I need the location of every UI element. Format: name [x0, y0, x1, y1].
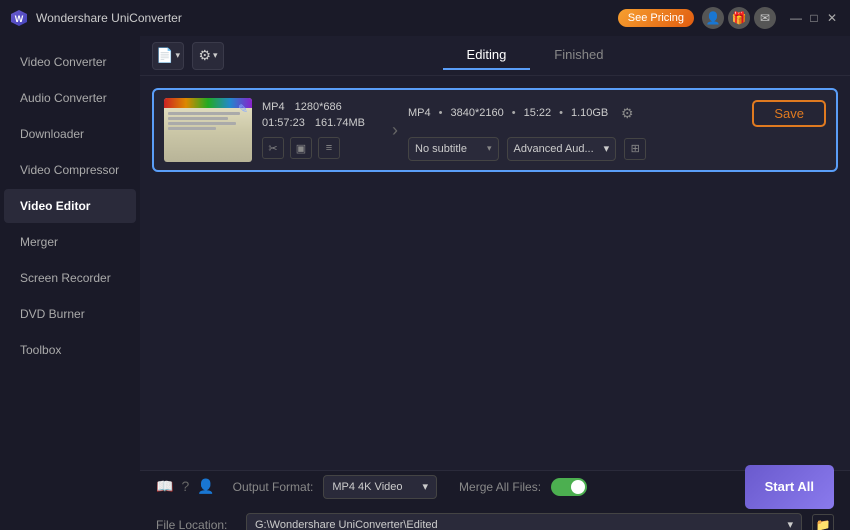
input-resolution: 1280*686	[295, 101, 342, 113]
sidebar-item-downloader[interactable]: Downloader	[4, 117, 136, 151]
gift-icon[interactable]: 🎁	[728, 7, 750, 29]
settings-chevron: ▾	[213, 50, 218, 61]
subtitle-add-button[interactable]: ⊞	[624, 138, 646, 160]
tab-bar: Editing Finished	[443, 41, 628, 70]
person-icon[interactable]: 👤	[197, 478, 214, 495]
save-button[interactable]: Save	[752, 100, 826, 127]
file-location-input[interactable]: G:\Wondershare UniConverter\Edited ▾	[246, 513, 802, 530]
input-meta-row-1: MP4 1280*686	[262, 101, 382, 113]
video-tools: ✂ ▣ ≡	[262, 137, 382, 159]
crop-tool-button[interactable]: ▣	[290, 137, 312, 159]
edit-overlay-icon: ✎	[238, 102, 248, 116]
output-separator-1: •	[439, 107, 443, 119]
sidebar-item-video-converter[interactable]: Video Converter	[4, 45, 136, 79]
sidebar-item-video-compressor[interactable]: Video Compressor	[4, 153, 136, 187]
video-thumbnail: ✎	[164, 98, 252, 162]
settings-button[interactable]: ⚙ ▾	[192, 42, 224, 70]
help-icon[interactable]: ?	[181, 478, 189, 495]
sidebar-item-video-editor[interactable]: Video Editor	[4, 189, 136, 223]
format-chevron: ▾	[423, 480, 429, 493]
minimize-button[interactable]: —	[788, 10, 804, 26]
video-card: ✎ MP4 1280*686 01:57:23 161.74MB ✂ ▣	[152, 88, 838, 172]
subtitle-tool-button[interactable]: ≡	[318, 137, 340, 159]
thumbnail-line	[168, 122, 236, 125]
app-logo: W	[10, 9, 28, 27]
main-layout: Video Converter Audio Converter Download…	[0, 36, 850, 530]
merge-toggle[interactable]	[551, 478, 587, 496]
format-value: MP4 4K Video	[332, 481, 402, 493]
sidebar-item-dvd-burner[interactable]: DVD Burner	[4, 297, 136, 331]
input-meta-row-2: 01:57:23 161.74MB	[262, 117, 382, 129]
thumbnail-line	[168, 127, 216, 130]
add-file-chevron: ▾	[175, 50, 180, 61]
output-meta-top: MP4 • 3840*2160 • 15:22 • 1.10GB ⚙ Save	[408, 100, 826, 127]
output-separator-3: •	[559, 107, 563, 119]
app-title: Wondershare UniConverter	[36, 11, 618, 25]
output-block: MP4 • 3840*2160 • 15:22 • 1.10GB ⚙ Save …	[408, 100, 826, 161]
sidebar-item-audio-converter[interactable]: Audio Converter	[4, 81, 136, 115]
bottom-left-icons: 📖 ? 👤	[156, 478, 215, 495]
audio-select[interactable]: Advanced Aud... ▾	[507, 137, 617, 161]
browse-folder-button[interactable]: 📁	[812, 514, 834, 530]
close-button[interactable]: ✕	[824, 10, 840, 26]
bottom-row-1: 📖 ? 👤 Output Format: MP4 4K Video ▾ Merg…	[156, 465, 834, 509]
sidebar-item-toolbox[interactable]: Toolbox	[4, 333, 136, 367]
audio-value: Advanced Aud...	[514, 143, 594, 155]
sidebar: Video Converter Audio Converter Download…	[0, 36, 140, 530]
tab-editing[interactable]: Editing	[443, 41, 531, 70]
maximize-button[interactable]: □	[806, 10, 822, 26]
output-format: MP4	[408, 107, 431, 119]
output-duration: 15:22	[524, 107, 552, 119]
settings-icon: ⚙	[198, 47, 211, 64]
file-icon: 📄	[156, 47, 173, 64]
top-toolbar: 📄 ▾ ⚙ ▾ Editing Finished	[140, 36, 850, 76]
output-format-label: Output Format:	[233, 480, 314, 494]
start-all-button[interactable]: Start All	[745, 465, 834, 509]
user-icon[interactable]: 👤	[702, 7, 724, 29]
subtitle-select[interactable]: No subtitle ▾	[408, 137, 499, 161]
book-icon[interactable]: 📖	[156, 478, 173, 495]
output-filesize: 1.10GB	[571, 107, 608, 119]
sidebar-item-merger[interactable]: Merger	[4, 225, 136, 259]
input-video-info: MP4 1280*686 01:57:23 161.74MB ✂ ▣ ≡	[262, 101, 382, 159]
audio-chevron: ▾	[604, 142, 610, 155]
output-settings-button[interactable]: ⚙	[616, 102, 638, 124]
format-select[interactable]: MP4 4K Video ▾	[323, 475, 437, 499]
tab-finished[interactable]: Finished	[530, 41, 627, 70]
input-duration: 01:57:23	[262, 117, 305, 129]
see-pricing-button[interactable]: See Pricing	[618, 9, 694, 27]
file-location-chevron: ▾	[787, 518, 793, 530]
title-bar: W Wondershare UniConverter See Pricing 👤…	[0, 0, 850, 36]
input-filesize: 161.74MB	[315, 117, 365, 129]
subtitle-value: No subtitle	[415, 143, 467, 155]
input-format: MP4	[262, 101, 285, 113]
subtitle-row: No subtitle ▾ Advanced Aud... ▾ ⊞	[408, 137, 826, 161]
cut-tool-button[interactable]: ✂	[262, 137, 284, 159]
subtitle-chevron: ▾	[487, 143, 492, 154]
output-separator-2: •	[512, 107, 516, 119]
svg-text:W: W	[15, 14, 24, 24]
merge-label: Merge All Files:	[459, 480, 541, 494]
video-list-area: ✎ MP4 1280*686 01:57:23 161.74MB ✂ ▣	[140, 76, 850, 470]
arrow-divider: ›	[392, 120, 398, 141]
window-controls: — □ ✕	[788, 10, 840, 26]
thumbnail-content	[164, 108, 252, 162]
content-area: 📄 ▾ ⚙ ▾ Editing Finished	[140, 36, 850, 530]
bottom-row-2: File Location: G:\Wondershare UniConvert…	[156, 513, 834, 530]
thumbnail-line	[168, 117, 228, 120]
output-resolution: 3840*2160	[450, 107, 503, 119]
bottom-bar: 📖 ? 👤 Output Format: MP4 4K Video ▾ Merg…	[140, 470, 850, 530]
file-location-label: File Location:	[156, 518, 236, 530]
sidebar-item-screen-recorder[interactable]: Screen Recorder	[4, 261, 136, 295]
file-location-value: G:\Wondershare UniConverter\Edited	[255, 519, 438, 530]
mail-icon[interactable]: ✉	[754, 7, 776, 29]
thumbnail-line	[168, 112, 240, 115]
add-file-button[interactable]: 📄 ▾	[152, 42, 184, 70]
